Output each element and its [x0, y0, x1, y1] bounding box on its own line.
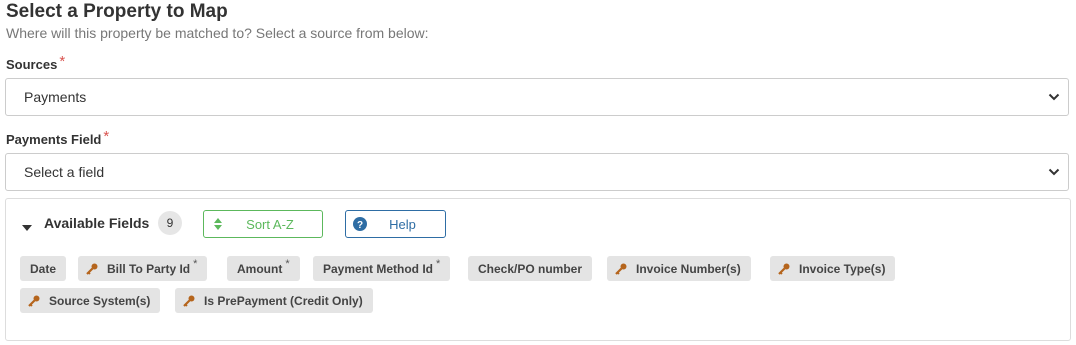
key-icon [183, 295, 195, 307]
page-title: Select a Property to Map [6, 1, 228, 22]
required-asterisk: * [436, 257, 441, 270]
field-chip-label: Is PrePayment (Credit Only) [204, 293, 363, 308]
key-icon [778, 263, 790, 275]
field-chip[interactable]: Invoice Type(s) [770, 256, 896, 281]
required-asterisk: * [103, 128, 110, 145]
field-chip[interactable]: Source System(s) [20, 288, 161, 313]
sort-az-button[interactable]: Sort A-Z [203, 210, 323, 238]
sources-select-value: Payments [24, 89, 87, 105]
field-chip-label: Payment Method Id [323, 261, 434, 276]
caret-down-icon[interactable] [22, 219, 32, 237]
sort-arrows-icon [204, 218, 232, 230]
field-chip-label: Date [30, 261, 57, 276]
sources-label-text: Sources [6, 57, 58, 72]
available-fields-title[interactable]: Available Fields [44, 215, 149, 231]
field-chip-label: Source System(s) [49, 293, 151, 308]
field-chip[interactable]: Invoice Number(s) [607, 256, 751, 281]
field-chip[interactable]: Check/PO number [468, 256, 593, 281]
help-button[interactable]: ? Help [345, 210, 446, 238]
required-asterisk: * [193, 257, 198, 270]
question-circle-icon: ? [346, 217, 374, 231]
key-icon [615, 263, 627, 275]
available-fields-panel: Available Fields 9 Sort A-Z ? Help Date … [5, 198, 1071, 341]
field-count-badge: 9 [158, 211, 182, 235]
field-chip-label: Amount [237, 261, 283, 276]
payments-field-label: Payments Field * [6, 128, 110, 148]
field-chip[interactable]: Date [20, 256, 67, 281]
page-subtitle: Where will this property be matched to? … [6, 25, 429, 41]
key-icon [86, 263, 98, 275]
field-chip-label: Bill To Party Id [107, 261, 191, 276]
payments-field-label-text: Payments Field [6, 132, 102, 147]
sources-select[interactable]: Payments [5, 78, 1069, 116]
payments-field-placeholder: Select a field [24, 164, 105, 180]
field-chip-label: Invoice Type(s) [799, 261, 886, 276]
field-chip-label: Invoice Number(s) [636, 261, 741, 276]
key-icon [28, 295, 40, 307]
required-asterisk: * [59, 53, 66, 70]
chevron-down-icon [1040, 79, 1068, 115]
field-chip-label: Check/PO number [478, 261, 583, 276]
field-chip[interactable]: Is PrePayment (Credit Only) [175, 288, 373, 313]
field-chip[interactable]: Amount * [227, 256, 300, 281]
payments-field-select[interactable]: Select a field [5, 153, 1069, 191]
field-chip[interactable]: Bill To Party Id * [78, 256, 208, 281]
field-chip[interactable]: Payment Method Id * [313, 256, 451, 281]
sources-label: Sources * [6, 53, 66, 73]
svg-text:?: ? [357, 220, 363, 231]
help-label: Help [389, 216, 416, 232]
chevron-down-icon [1040, 154, 1068, 190]
sort-az-label: Sort A-Z [246, 216, 294, 232]
required-asterisk: * [285, 257, 290, 270]
